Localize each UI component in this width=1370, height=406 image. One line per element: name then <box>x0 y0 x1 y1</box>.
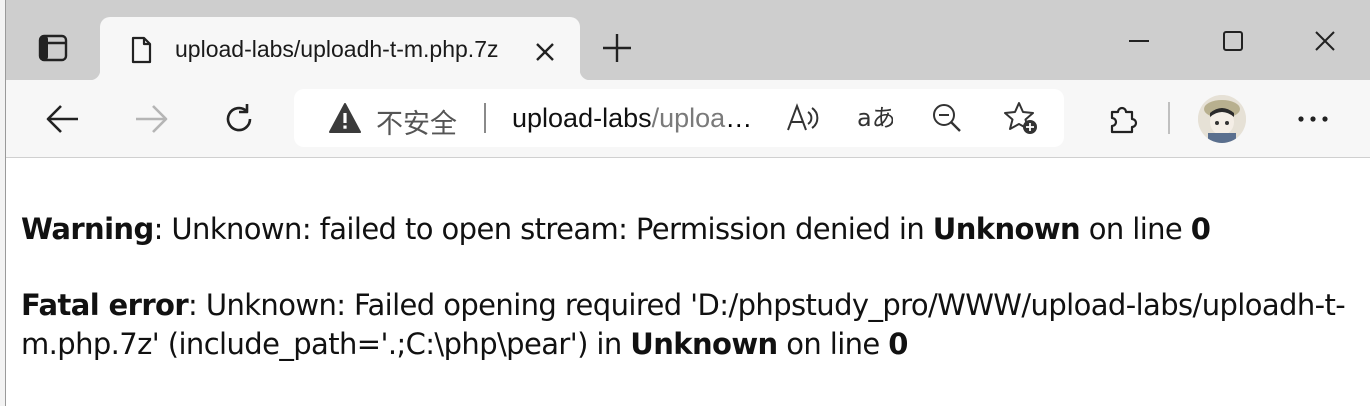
zoom-out-icon <box>933 104 961 132</box>
address-divider <box>484 103 486 133</box>
forward-arrow-icon <box>136 105 168 133</box>
window-close-button[interactable] <box>1302 18 1348 64</box>
url-path: /uploadh-t-m.php.7z <box>651 103 766 133</box>
warning-icon[interactable] <box>328 102 362 134</box>
svg-text:aあ: aあ <box>857 104 893 132</box>
maximize-icon <box>1223 31 1243 51</box>
fatal-label: Fatal error <box>21 288 189 322</box>
browser-window: upload-labs/uploadh-t-m.php.7z 不安全 uploa… <box>5 0 1370 406</box>
php-warning-message: Warning: Unknown: failed to open stream:… <box>21 210 1361 249</box>
tab-title: upload-labs/uploadh-t-m.php.7z <box>175 36 499 62</box>
new-tab-button[interactable] <box>594 26 640 70</box>
puzzle-icon <box>1110 106 1138 134</box>
tab-actions-icon <box>38 34 68 62</box>
close-icon[interactable] <box>532 39 558 65</box>
warning-text: : Unknown: failed to open stream: Permis… <box>153 212 933 246</box>
fatal-line-number: 0 <box>888 327 908 361</box>
minimize-button[interactable] <box>1116 18 1162 64</box>
translate-icon: aあ <box>857 104 893 132</box>
fatal-line-text: on line <box>777 327 889 361</box>
more-dots-icon <box>1298 116 1328 122</box>
address-bar[interactable]: 不安全 upload-labs/uploadh-t-m.php.7z aあ <box>294 89 1064 147</box>
refresh-icon <box>226 104 252 132</box>
page-content: Warning: Unknown: failed to open stream:… <box>21 210 1361 364</box>
read-aloud-icon <box>787 103 819 131</box>
back-button[interactable] <box>40 96 86 142</box>
forward-button[interactable] <box>128 96 174 142</box>
more-button[interactable] <box>1290 96 1336 142</box>
translate-button[interactable]: aあ <box>854 97 896 139</box>
refresh-button[interactable] <box>216 96 262 142</box>
add-favorite-button[interactable] <box>1000 97 1042 139</box>
fatal-location: Unknown <box>630 327 778 361</box>
tab-strip: upload-labs/uploadh-t-m.php.7z <box>6 0 1370 80</box>
avatar-image <box>1198 95 1246 143</box>
plus-icon <box>603 34 631 62</box>
back-arrow-icon <box>46 105 78 133</box>
zoom-out-button[interactable] <box>926 97 968 139</box>
profile-avatar[interactable] <box>1198 95 1246 143</box>
browser-toolbar: 不安全 upload-labs/uploadh-t-m.php.7z aあ <box>6 80 1370 158</box>
add-favorite-icon <box>1004 102 1037 134</box>
read-aloud-button[interactable] <box>782 97 824 139</box>
url-text[interactable]: upload-labs/uploadh-t-m.php.7z <box>512 103 766 134</box>
minimize-icon <box>1129 40 1149 42</box>
tab-actions-button[interactable] <box>24 20 82 76</box>
url-host: upload-labs <box>512 103 652 133</box>
toolbar-divider <box>1168 102 1170 134</box>
extensions-button[interactable] <box>1100 96 1146 142</box>
warning-line-number: 0 <box>1190 212 1211 246</box>
tab-active[interactable]: upload-labs/uploadh-t-m.php.7z <box>90 17 590 80</box>
php-fatal-error-message: Fatal error: Unknown: Failed opening req… <box>21 286 1361 364</box>
close-icon <box>1315 31 1335 51</box>
warning-location: Unknown <box>932 212 1081 246</box>
warning-line-text: on line <box>1080 212 1191 246</box>
maximize-button[interactable] <box>1210 18 1256 64</box>
document-icon <box>131 36 152 64</box>
security-status-label[interactable]: 不安全 <box>376 102 457 141</box>
warning-label: Warning <box>21 212 154 246</box>
